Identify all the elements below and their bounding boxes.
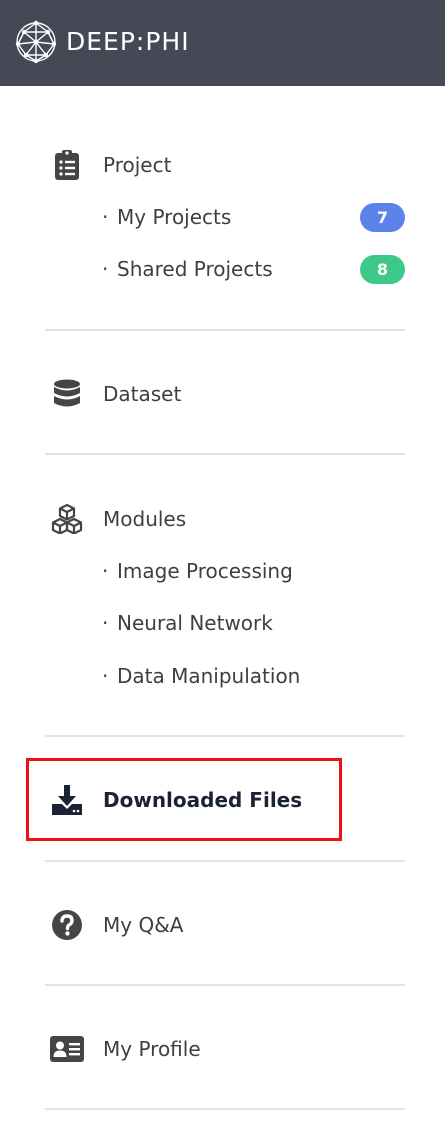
divider: [45, 860, 405, 862]
nav-image-processing[interactable]: · Image Processing: [102, 556, 405, 586]
bullet: ·: [102, 559, 109, 583]
divider: [45, 1108, 405, 1110]
id-card-icon: [50, 1032, 84, 1066]
nav-my-qa-label: My Q&A: [103, 913, 184, 937]
divider: [45, 329, 405, 331]
nav-modules[interactable]: Modules: [50, 502, 186, 536]
nav-my-profile[interactable]: My Profile: [50, 1032, 201, 1066]
nav-shared-projects-label: Shared Projects: [117, 257, 273, 281]
nav-dataset[interactable]: Dataset: [50, 377, 181, 411]
brand-name: DEEP:PHI: [66, 27, 190, 56]
database-icon: [50, 377, 84, 411]
bullet: ·: [102, 205, 109, 229]
nav-project-label: Project: [103, 153, 172, 177]
divider: [45, 735, 405, 737]
download-icon: [50, 783, 84, 817]
divider: [45, 984, 405, 986]
my-projects-count-badge: 7: [360, 203, 405, 232]
bullet: ·: [102, 257, 109, 281]
brand-logo[interactable]: DEEP:PHI: [14, 20, 190, 64]
app-sidebar: DEEP:PHI Project · My Projects 7 · Share…: [0, 0, 445, 1137]
nav-my-profile-label: My Profile: [103, 1037, 201, 1061]
cubes-icon: [50, 502, 84, 536]
nav-data-manipulation[interactable]: · Data Manipulation: [102, 661, 405, 691]
bullet: ·: [102, 611, 109, 635]
nav-image-processing-label: Image Processing: [117, 559, 293, 583]
nav-my-projects-label: My Projects: [117, 205, 232, 229]
shared-projects-count-badge: 8: [360, 255, 405, 284]
nav-neural-network-label: Neural Network: [117, 611, 273, 635]
divider: [45, 453, 405, 455]
nav-dataset-label: Dataset: [103, 382, 182, 406]
top-bar: DEEP:PHI: [0, 0, 445, 86]
nav-neural-network[interactable]: · Neural Network: [102, 608, 405, 638]
bullet: ·: [102, 664, 109, 688]
question-circle-icon: [50, 908, 84, 942]
network-globe-icon: [14, 20, 58, 64]
clipboard-list-icon: [50, 148, 84, 182]
nav-my-qa[interactable]: My Q&A: [50, 908, 183, 942]
nav-modules-label: Modules: [103, 507, 187, 531]
nav-downloaded-files[interactable]: Downloaded Files: [50, 783, 302, 817]
nav-data-manipulation-label: Data Manipulation: [117, 664, 301, 688]
nav-downloaded-files-label: Downloaded Files: [103, 788, 303, 812]
nav-my-projects[interactable]: · My Projects 7: [102, 202, 405, 232]
nav-shared-projects[interactable]: · Shared Projects 8: [102, 254, 405, 284]
nav-project[interactable]: Project: [50, 148, 171, 182]
